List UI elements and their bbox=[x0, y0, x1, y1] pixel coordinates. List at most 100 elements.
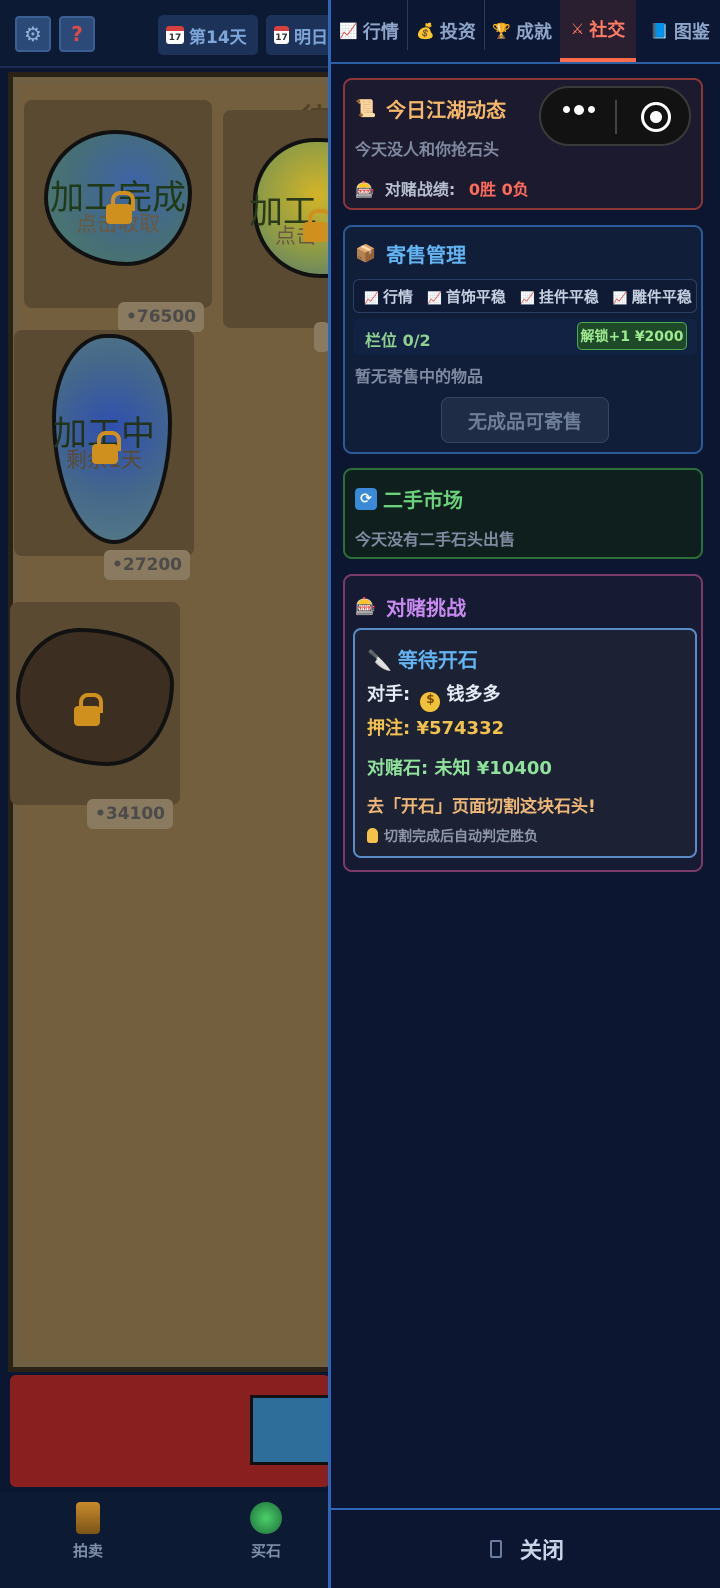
lock-icon bbox=[92, 431, 121, 464]
nav-auction-label: 拍卖 bbox=[72, 1542, 103, 1560]
challenge-status: 🔪 等待开石 bbox=[367, 644, 478, 673]
chart-icon: 📈 bbox=[339, 22, 358, 40]
jianghu-title: 📜 今日江湖动态 bbox=[355, 94, 506, 123]
challenge-tip-text: 切割完成后自动判定胜负 bbox=[384, 829, 538, 845]
unlock-slot-button[interactable]: 解锁+1 ¥2000 bbox=[577, 322, 687, 350]
consign-title: 📦 寄售管理 bbox=[355, 239, 466, 268]
knife-icon: 🔪 bbox=[367, 648, 392, 672]
lock-icon bbox=[74, 693, 103, 726]
panel-tabs: 📈 行情 💰 投资 🏆 成就 ⚔ 社交 📘 图鉴 bbox=[331, 0, 720, 64]
nav-buy-stone-label: 买石 bbox=[250, 1542, 281, 1560]
challenge-status-text: 等待开石 bbox=[397, 648, 478, 672]
bet-stone-info: 对赌石: 未知 ¥10400 bbox=[367, 758, 552, 779]
consign-title-text: 寄售管理 bbox=[386, 243, 467, 267]
challenge-title: 🎰 对赌挑战 bbox=[355, 592, 466, 621]
tab-label: 成就 bbox=[515, 22, 552, 43]
scroll-icon: 📜 bbox=[355, 98, 377, 119]
tab-label: 投资 bbox=[439, 22, 476, 43]
trend-chip: 📈 挂件平稳 bbox=[519, 287, 599, 306]
close-panel-button[interactable]: 关闭 bbox=[331, 1508, 720, 1588]
app-root: ⚙ ? 17 第14天 17 明日 待 加工完成 点击收取 •76500 加工 … bbox=[0, 0, 720, 1588]
slot-count: 栏位 0/2 bbox=[365, 331, 431, 350]
market-title: ⟳ 二手市场 bbox=[355, 484, 463, 513]
stone-price-3: • 27200 bbox=[104, 550, 190, 580]
day-label: 第14天 bbox=[189, 27, 247, 48]
tab-label: 行情 bbox=[362, 22, 399, 43]
opponent-row: 对手: $ 钱多多 bbox=[367, 680, 500, 712]
crossed-swords-icon: ⚔ bbox=[570, 20, 585, 38]
action-button[interactable] bbox=[250, 1395, 330, 1465]
opponent-name: 钱多多 bbox=[446, 684, 501, 705]
robot-icon: 🎰 bbox=[355, 596, 377, 617]
stone-slot-4[interactable] bbox=[10, 602, 180, 805]
tab-market[interactable]: 📈 行情 bbox=[331, 0, 407, 62]
bet-record: 🎰 对赌战绩: 0胜 0负 bbox=[355, 176, 529, 200]
next-day-label: 明日 bbox=[294, 27, 328, 48]
crate-icon: 📦 bbox=[355, 243, 377, 264]
tab-invest[interactable]: 💰 投资 bbox=[408, 0, 484, 62]
lock-icon bbox=[106, 191, 135, 224]
trend-chip: 📈 行情 bbox=[364, 287, 413, 306]
bet-record-label: 对赌战绩: bbox=[384, 180, 456, 199]
green-stone-icon bbox=[250, 1502, 282, 1534]
lock-icon bbox=[303, 209, 332, 242]
stone-slot-2[interactable]: 加工 点击 bbox=[223, 110, 333, 328]
tab-social[interactable]: ⚔ 社交 bbox=[560, 0, 636, 62]
tab-label: 社交 bbox=[589, 20, 626, 41]
market-empty-text: 今天没有二手石头出售 bbox=[355, 530, 516, 549]
market-title-text: 二手市场 bbox=[383, 488, 463, 512]
stone-slot-3[interactable]: 加工中 剩余1天 bbox=[14, 330, 194, 556]
more-dots-icon[interactable] bbox=[563, 105, 595, 115]
bet-record-value: 0胜 0负 bbox=[468, 180, 529, 199]
consign-sell-button[interactable]: 无成品可寄售 bbox=[441, 397, 609, 443]
tab-label: 图鉴 bbox=[673, 22, 710, 43]
money-face-icon: $ bbox=[420, 692, 441, 712]
stake-amount: 押注: ¥574332 bbox=[367, 718, 505, 739]
trophy-icon: 🏆 bbox=[492, 22, 511, 40]
stone-slot-1[interactable]: 加工完成 点击收取 bbox=[24, 100, 212, 308]
jianghu-title-text: 今日江湖动态 bbox=[386, 98, 507, 122]
tab-achievements[interactable]: 🏆 成就 bbox=[485, 0, 559, 62]
chart-icon: 📈 bbox=[364, 290, 379, 305]
close-icon bbox=[489, 1540, 502, 1558]
secondhand-market-card: ⟳ 二手市场 今天没有二手石头出售 bbox=[343, 468, 703, 559]
exit-target-icon[interactable] bbox=[641, 102, 671, 132]
bottom-nav: 拍卖 买石 bbox=[0, 1492, 330, 1588]
social-side-panel: 📈 行情 💰 投资 🏆 成就 ⚔ 社交 📘 图鉴 📜 今日江湖动态 今天没人和你抢石头 bbox=[328, 0, 720, 1588]
slot-row: 栏位 0/2 解锁+1 ¥2000 bbox=[353, 319, 697, 355]
capsule-divider bbox=[615, 100, 617, 134]
gavel-icon bbox=[76, 1502, 100, 1534]
nav-buy-stone[interactable]: 买石 bbox=[216, 1502, 316, 1561]
stone-price-1: • 76500 bbox=[118, 302, 204, 332]
calendar-icon: 17 bbox=[166, 26, 184, 44]
robot-icon: 🎰 bbox=[355, 180, 375, 199]
consign-empty-text: 暂无寄售中的物品 bbox=[355, 367, 484, 386]
opponent-label: 对手: bbox=[367, 684, 411, 705]
bet-challenge-card: 🎰 对赌挑战 🔪 等待开石 对手: $ 钱多多 押注: ¥574332 对赌石: 未知… bbox=[343, 574, 703, 872]
nav-auction[interactable]: 拍卖 bbox=[38, 1502, 138, 1561]
challenge-detail-box[interactable]: 🔪 等待开石 对手: $ 钱多多 押注: ¥574332 对赌石: 未知 ¥1040… bbox=[353, 628, 697, 858]
calendar-icon: 17 bbox=[274, 26, 289, 44]
jianghu-message: 今天没人和你抢石头 bbox=[355, 140, 500, 159]
market-trend-chips: 📈 行情 📈 首饰平稳 📈 挂件平稳 📈 雕件平稳 bbox=[353, 279, 697, 313]
lightbulb-icon bbox=[367, 828, 378, 843]
trend-chip: 📈 雕件平稳 bbox=[612, 287, 692, 306]
money-bag-icon: 💰 bbox=[416, 22, 435, 40]
challenge-instruction: 去「开石」页面切割这块石头! bbox=[367, 797, 596, 817]
settings-gear-icon[interactable]: ⚙ bbox=[15, 16, 51, 52]
stone-price-4: • 34100 bbox=[87, 799, 173, 829]
next-day-button[interactable]: 17 明日 bbox=[266, 15, 336, 55]
help-question-icon[interactable]: ? bbox=[59, 16, 95, 52]
trend-chip: 📈 首饰平稳 bbox=[426, 287, 506, 306]
miniprogram-capsule bbox=[539, 86, 691, 146]
book-icon: 📘 bbox=[650, 22, 669, 40]
day-counter: 17 第14天 bbox=[158, 15, 258, 55]
consignment-card: 📦 寄售管理 📈 行情 📈 首饰平稳 📈 挂件平稳 📈 雕件平稳 栏位 0/2 解锁+1 … bbox=[343, 225, 703, 454]
challenge-tip: 切割完成后自动判定胜负 bbox=[367, 826, 538, 846]
chart-icon: 📈 bbox=[612, 290, 628, 305]
chart-icon: 📈 bbox=[519, 290, 535, 305]
refresh-icon: ⟳ bbox=[355, 487, 377, 510]
close-label: 关闭 bbox=[519, 1539, 564, 1564]
tab-encyclopedia[interactable]: 📘 图鉴 bbox=[637, 0, 720, 62]
chart-icon: 📈 bbox=[426, 290, 442, 305]
